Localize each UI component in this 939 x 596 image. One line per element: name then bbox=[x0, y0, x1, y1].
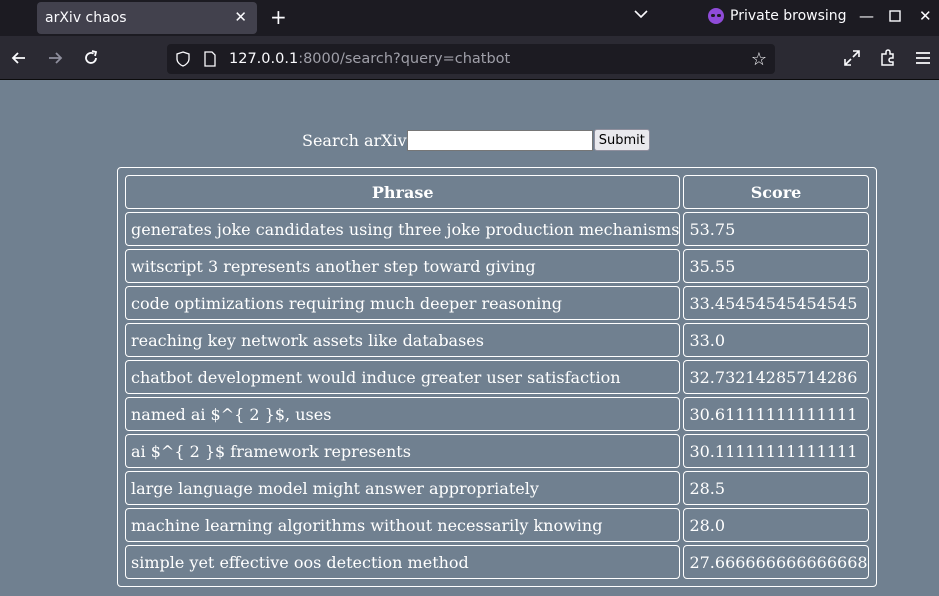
phrase-cell: named ai $^{ 2 }$, uses bbox=[125, 397, 681, 431]
address-bar[interactable]: 127.0.0.1:8000/search?query=chatbot ☆ bbox=[167, 44, 775, 74]
score-cell: 30.61111111111111 bbox=[683, 397, 869, 431]
tab-strip: arXiv chaos ✕ + Private browsing — ✕ bbox=[0, 0, 939, 36]
back-arrow-icon[interactable] bbox=[9, 48, 29, 68]
forward-arrow-icon[interactable] bbox=[45, 48, 65, 68]
url-host: 127.0.0.1 bbox=[229, 51, 299, 67]
table-row: named ai $^{ 2 }$, uses 30.61111111111111 bbox=[125, 397, 869, 431]
tab-title: arXiv chaos bbox=[45, 10, 127, 26]
score-cell: 33.0 bbox=[683, 323, 869, 357]
submit-button[interactable]: Submit bbox=[593, 129, 650, 151]
navigation-toolbar: 127.0.0.1:8000/search?query=chatbot ☆ bbox=[0, 36, 939, 80]
table-row: generates joke candidates using three jo… bbox=[125, 212, 869, 246]
reload-icon[interactable] bbox=[81, 48, 101, 68]
search-input[interactable] bbox=[406, 129, 593, 151]
phrase-header: Phrase bbox=[125, 175, 681, 209]
table-row: chatbot development would induce greater… bbox=[125, 360, 869, 394]
score-cell: 32.73214285714286 bbox=[683, 360, 869, 394]
table-row: large language model might answer approp… bbox=[125, 471, 869, 505]
score-cell: 27.666666666666668 bbox=[683, 545, 869, 579]
header-row: Phrase Score bbox=[125, 175, 869, 209]
search-label: Search arXiv bbox=[302, 130, 407, 150]
table-row: ai $^{ 2 }$ framework represents 30.11111… bbox=[125, 434, 869, 468]
close-icon[interactable]: ✕ bbox=[234, 8, 247, 26]
score-cell: 28.5 bbox=[683, 471, 869, 505]
table-row: machine learning algorithms without nece… bbox=[125, 508, 869, 542]
phrase-cell: machine learning algorithms without nece… bbox=[125, 508, 681, 542]
minimize-icon[interactable]: — bbox=[859, 7, 874, 25]
maximize-icon[interactable] bbox=[889, 8, 901, 26]
score-cell: 33.45454545454545 bbox=[683, 286, 869, 320]
score-cell: 28.0 bbox=[683, 508, 869, 542]
star-icon[interactable]: ☆ bbox=[751, 49, 767, 70]
window-close-icon[interactable]: ✕ bbox=[919, 7, 932, 25]
score-cell: 30.11111111111111 bbox=[683, 434, 869, 468]
phrase-cell: large language model might answer approp… bbox=[125, 471, 681, 505]
results-table: Phrase Score generates joke candidates u… bbox=[117, 167, 877, 587]
score-cell: 35.55 bbox=[683, 249, 869, 283]
phrase-cell: witscript 3 represents another step towa… bbox=[125, 249, 681, 283]
private-label: Private browsing bbox=[730, 8, 847, 24]
page-icon bbox=[204, 51, 216, 67]
tab-active[interactable]: arXiv chaos ✕ bbox=[37, 2, 257, 34]
phrase-cell: generates joke candidates using three jo… bbox=[125, 212, 681, 246]
menu-icon[interactable] bbox=[913, 48, 933, 68]
page-content: Search arXiv Submit Phrase Score generat… bbox=[0, 80, 939, 596]
phrase-cell: simple yet effective oos detection metho… bbox=[125, 545, 681, 579]
expand-icon[interactable] bbox=[842, 48, 862, 68]
table-row: witscript 3 represents another step towa… bbox=[125, 249, 869, 283]
extensions-icon[interactable] bbox=[877, 48, 897, 68]
table-row: reaching key network assets like databas… bbox=[125, 323, 869, 357]
phrase-cell: code optimizations requiring much deeper… bbox=[125, 286, 681, 320]
score-cell: 53.75 bbox=[683, 212, 869, 246]
search-form: Search arXiv Submit bbox=[302, 129, 650, 151]
url-path: :8000/search?query=chatbot bbox=[298, 51, 511, 67]
shield-icon[interactable] bbox=[175, 51, 191, 67]
url-text[interactable]: 127.0.0.1:8000/search?query=chatbot bbox=[229, 51, 510, 67]
phrase-cell: ai $^{ 2 }$ framework represents bbox=[125, 434, 681, 468]
phrase-cell: chatbot development would induce greater… bbox=[125, 360, 681, 394]
phrase-cell: reaching key network assets like databas… bbox=[125, 323, 681, 357]
plus-icon[interactable]: + bbox=[270, 5, 287, 29]
table-row: code optimizations requiring much deeper… bbox=[125, 286, 869, 320]
chevron-down-icon[interactable] bbox=[633, 6, 649, 22]
private-mask-icon bbox=[708, 8, 724, 24]
score-header: Score bbox=[683, 175, 869, 209]
private-browsing-indicator: Private browsing bbox=[708, 8, 847, 24]
table-row: simple yet effective oos detection metho… bbox=[125, 545, 869, 579]
